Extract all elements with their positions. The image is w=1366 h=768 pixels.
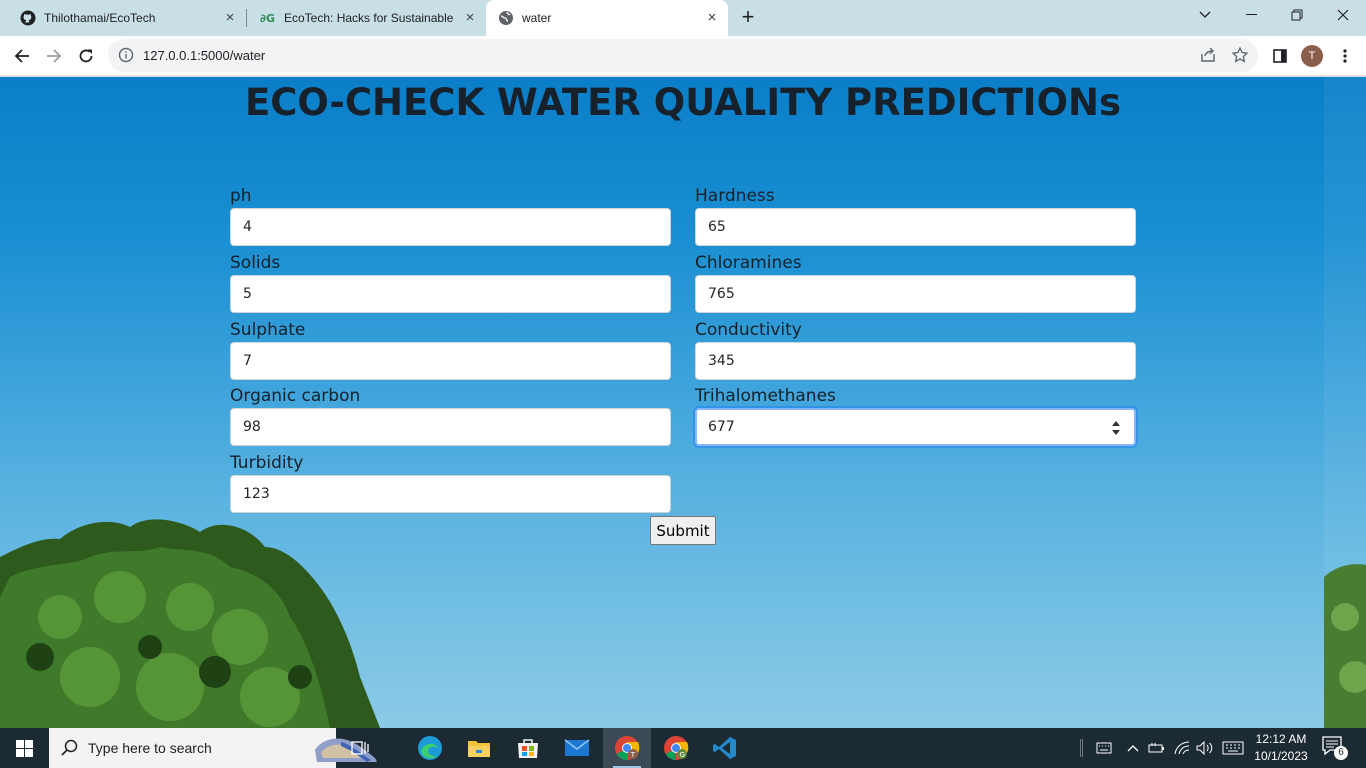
field-label: Solids bbox=[230, 253, 281, 273]
field-chloramines: Chloramines 765 bbox=[695, 251, 1136, 313]
field-sulphate: Sulphate 7 bbox=[230, 318, 671, 380]
page-edge-strip bbox=[1324, 77, 1366, 728]
tab-github[interactable]: Thilothamai/EcoTech × bbox=[0, 0, 246, 36]
field-ph: ph 4 bbox=[230, 184, 671, 246]
tab-title: Thilothamai/EcoTech bbox=[44, 11, 156, 25]
chevron-up-icon[interactable] bbox=[1124, 728, 1142, 768]
new-tab-button[interactable]: + bbox=[736, 6, 760, 30]
mail-icon[interactable] bbox=[553, 728, 601, 768]
close-icon[interactable]: × bbox=[222, 10, 238, 26]
organic-carbon-input[interactable]: 98 bbox=[230, 408, 671, 446]
reload-icon[interactable] bbox=[72, 42, 100, 70]
tray-divider bbox=[1076, 728, 1086, 768]
svg-text:∂G: ∂G bbox=[260, 12, 275, 25]
microsoft-store-icon[interactable] bbox=[504, 728, 552, 768]
search-icon bbox=[61, 739, 79, 757]
close-window-icon[interactable] bbox=[1320, 0, 1366, 30]
globe-icon bbox=[498, 10, 514, 26]
svg-text:T: T bbox=[630, 751, 636, 759]
field-label: Conductivity bbox=[695, 320, 802, 340]
submit-button[interactable]: Submit bbox=[650, 516, 716, 545]
solids-input[interactable]: 5 bbox=[230, 275, 671, 313]
devpost-icon: ∂G bbox=[260, 10, 276, 26]
ph-input[interactable]: 4 bbox=[230, 208, 671, 246]
trihalomethanes-input[interactable]: 677 bbox=[695, 408, 1136, 446]
close-icon[interactable]: × bbox=[462, 10, 478, 26]
battery-icon[interactable] bbox=[1147, 728, 1167, 768]
address-bar[interactable]: 127.0.0.1:5000/water bbox=[108, 39, 1258, 72]
input-value: 677 bbox=[708, 419, 735, 435]
tab-title: water bbox=[522, 11, 552, 25]
back-icon[interactable] bbox=[8, 42, 36, 70]
field-label: ph bbox=[230, 186, 252, 206]
turbidity-input[interactable]: 123 bbox=[230, 475, 671, 513]
menu-kebab-icon[interactable] bbox=[1331, 42, 1359, 70]
svg-text:G: G bbox=[680, 751, 685, 759]
field-label: Hardness bbox=[695, 186, 775, 206]
number-spinner[interactable] bbox=[1110, 418, 1122, 438]
bookmark-star-icon[interactable] bbox=[1231, 46, 1249, 64]
share-icon[interactable] bbox=[1199, 46, 1217, 64]
tab-strip: Thilothamai/EcoTech × ∂G EcoTech: Hacks … bbox=[0, 0, 1366, 36]
profile-avatar[interactable]: T bbox=[1301, 45, 1323, 67]
chrome-profile-icon[interactable]: T bbox=[603, 728, 651, 768]
windows-start-icon[interactable] bbox=[0, 728, 48, 768]
clock-time: 12:12 AM bbox=[1255, 732, 1307, 746]
tab-water[interactable]: water × bbox=[486, 0, 728, 36]
volume-icon[interactable] bbox=[1195, 728, 1215, 768]
github-icon bbox=[20, 10, 36, 26]
edge-icon[interactable] bbox=[406, 728, 454, 768]
notification-icon[interactable]: 6 bbox=[1322, 736, 1348, 760]
hardness-input[interactable]: 65 bbox=[695, 208, 1136, 246]
windows-taskbar: Type here to search T G 12:12 AM 10/1/20… bbox=[0, 728, 1366, 768]
url-text: 127.0.0.1:5000/water bbox=[143, 48, 266, 63]
side-panel-icon[interactable] bbox=[1266, 42, 1294, 70]
file-explorer-icon[interactable] bbox=[455, 728, 503, 768]
field-hardness: Hardness 65 bbox=[695, 184, 1136, 246]
field-conductivity: Conductivity 345 bbox=[695, 318, 1136, 380]
field-label: Chloramines bbox=[695, 253, 802, 273]
field-label: Trihalomethanes bbox=[695, 386, 836, 406]
keyboard-icon[interactable] bbox=[1094, 728, 1114, 768]
field-organic-carbon: Organic carbon 98 bbox=[230, 384, 671, 446]
forward-icon[interactable] bbox=[40, 42, 68, 70]
chrome-icon[interactable]: G bbox=[652, 728, 700, 768]
restore-icon[interactable] bbox=[1274, 0, 1320, 30]
wifi-icon[interactable] bbox=[1172, 728, 1192, 768]
vscode-icon[interactable] bbox=[701, 728, 749, 768]
page-viewport: ECO-CHECK WATER QUALITY PREDICTIONs ph 4… bbox=[0, 77, 1366, 728]
sulphate-input[interactable]: 7 bbox=[230, 342, 671, 380]
notification-badge: 6 bbox=[1334, 746, 1348, 760]
chloramines-input[interactable]: 765 bbox=[695, 275, 1136, 313]
system-clock[interactable]: 12:12 AM 10/1/2023 bbox=[1248, 731, 1314, 765]
field-label: Organic carbon bbox=[230, 386, 361, 406]
info-icon[interactable] bbox=[118, 47, 134, 63]
field-solids: Solids 5 bbox=[230, 251, 671, 313]
minimize-icon[interactable] bbox=[1228, 0, 1274, 30]
tab-devpost[interactable]: ∂G EcoTech: Hacks for Sustainable T × bbox=[240, 0, 486, 36]
background-trees-image bbox=[0, 519, 1366, 728]
tab-title: EcoTech: Hacks for Sustainable T bbox=[284, 11, 456, 25]
input-indicator-icon[interactable] bbox=[1220, 728, 1246, 768]
search-placeholder: Type here to search bbox=[88, 740, 212, 756]
conductivity-input[interactable]: 345 bbox=[695, 342, 1136, 380]
page-title: ECO-CHECK WATER QUALITY PREDICTIONs bbox=[244, 81, 1122, 124]
tab-search-icon[interactable] bbox=[1182, 0, 1228, 30]
browser-toolbar: 127.0.0.1:5000/water T bbox=[0, 36, 1366, 76]
field-label: Turbidity bbox=[230, 453, 304, 473]
field-turbidity: Turbidity 123 bbox=[230, 451, 671, 513]
close-icon[interactable]: × bbox=[704, 10, 720, 26]
taskbar-search-box[interactable]: Type here to search bbox=[49, 728, 377, 768]
clock-date: 10/1/2023 bbox=[1254, 749, 1308, 763]
field-trihalomethanes: Trihalomethanes 677 bbox=[695, 384, 1136, 446]
field-label: Sulphate bbox=[230, 320, 306, 340]
task-view-icon[interactable] bbox=[336, 728, 384, 768]
